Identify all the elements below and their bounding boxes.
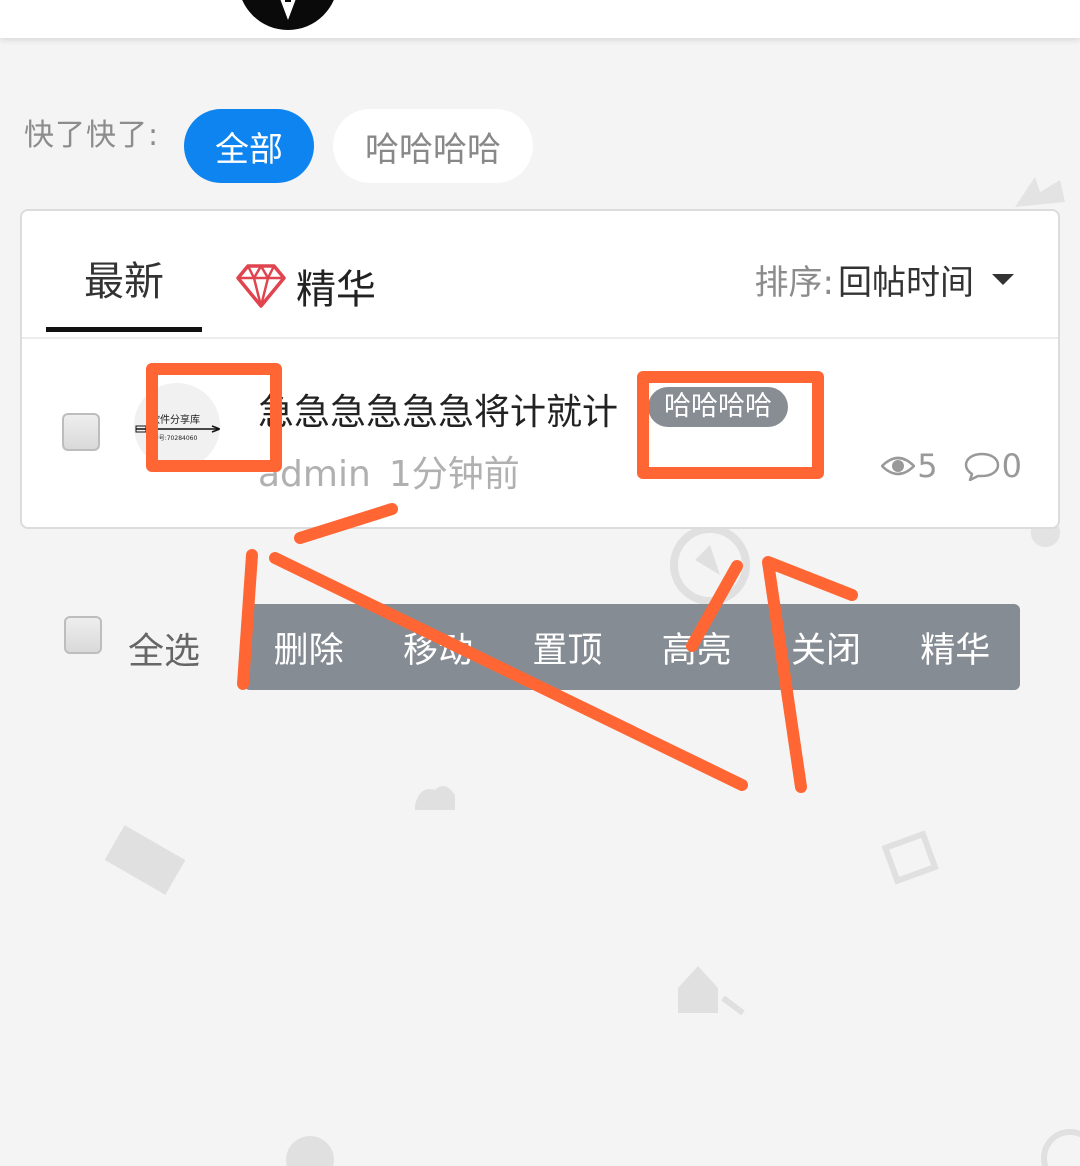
filter-label: 快了快了:	[24, 118, 160, 153]
highlight-button[interactable]: 高亮	[632, 604, 761, 690]
post-time: 1分钟前	[388, 454, 520, 495]
select-all-checkbox[interactable]	[64, 616, 102, 654]
avatar-text-top: 软件分享库	[150, 413, 200, 426]
active-tab-indicator	[46, 327, 202, 332]
avatar-text-bottom: Q群号:70284060	[148, 434, 197, 442]
tab-essence[interactable]: 精华	[236, 251, 376, 321]
post-list-card: 最新 精华 排序: 回帖时间 软件分享库 Q群号:70284060 急急急急急急…	[20, 209, 1060, 529]
post-item[interactable]: 软件分享库 Q群号:70284060 急急急急急急将计就计 哈哈哈哈 admin…	[22, 339, 1058, 527]
watermark-icon	[286, 1136, 334, 1166]
post-author[interactable]: admin	[258, 454, 371, 495]
post-tabs: 最新 精华 排序: 回帖时间	[22, 211, 1058, 339]
action-bar: 删除 移动 置顶 高亮 关闭 精华	[244, 604, 1020, 690]
pin-button[interactable]: 置顶	[503, 604, 632, 690]
sort-label: 排序:	[754, 262, 834, 303]
filter-option-haha[interactable]: 哈哈哈哈	[333, 109, 533, 183]
watermark-icon	[104, 825, 186, 895]
close-button[interactable]: 关闭	[761, 604, 890, 690]
eye-icon	[881, 456, 916, 476]
essence-button[interactable]: 精华	[891, 604, 1020, 690]
tab-essence-label: 精华	[296, 267, 376, 313]
post-title[interactable]: 急急急急急急将计就计	[258, 383, 618, 435]
watermark-icon	[415, 786, 455, 810]
bulk-actions: 全选 删除 移动 置顶 高亮 关闭 精华	[0, 604, 1080, 694]
views-stat: 5	[881, 447, 938, 485]
top-bar	[0, 0, 1080, 38]
post-checkbox[interactable]	[62, 413, 100, 451]
watermark-icon	[678, 966, 745, 1016]
watermark-icon	[1041, 1129, 1080, 1166]
comments-count: 0	[1001, 447, 1022, 485]
select-all-label[interactable]: 全选	[128, 622, 200, 674]
views-count: 5	[917, 447, 938, 485]
caret-down-icon	[992, 273, 1014, 285]
category-filter: 快了快了: 全部 哈哈哈哈	[0, 100, 1080, 190]
move-button[interactable]: 移动	[373, 604, 502, 690]
comments-stat: 0	[964, 447, 1022, 485]
avatar[interactable]: 软件分享库 Q群号:70284060	[134, 383, 220, 469]
watermark-icon	[670, 525, 750, 605]
comment-icon	[964, 452, 999, 481]
sort-value: 回帖时间	[838, 262, 974, 303]
post-stats: 5 0	[881, 447, 1022, 485]
sort-dropdown[interactable]: 排序: 回帖时间	[755, 249, 1014, 309]
delete-button[interactable]: 删除	[244, 604, 373, 690]
post-tag[interactable]: 哈哈哈哈	[648, 387, 788, 427]
tab-latest[interactable]: 最新	[46, 251, 202, 331]
circle-logo-icon[interactable]	[236, 0, 340, 32]
watermark-icon	[881, 830, 939, 885]
diamond-icon	[236, 264, 286, 308]
post-meta: admin 1分钟前	[258, 445, 520, 497]
filter-option-all[interactable]: 全部	[184, 109, 314, 183]
